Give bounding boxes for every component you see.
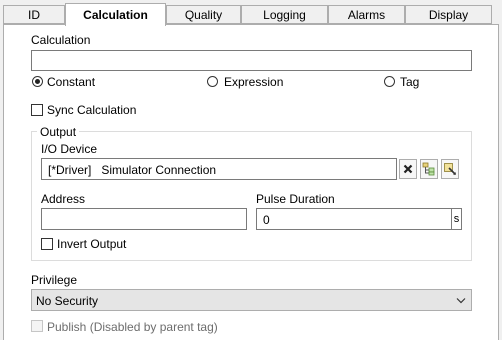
pulse-duration-label: Pulse Duration <box>256 192 335 206</box>
tab-calculation[interactable]: Calculation <box>65 3 166 26</box>
expression-label: Expression <box>224 75 284 89</box>
tab-quality-label: Quality <box>184 8 223 22</box>
tab-logging[interactable]: Logging <box>241 5 328 24</box>
clear-device-button[interactable] <box>399 159 417 179</box>
tab-id-label: ID <box>28 8 40 22</box>
io-device-label: I/O Device <box>41 142 98 156</box>
edit-device-icon <box>444 163 457 176</box>
invert-output-label: Invert Output <box>57 237 127 251</box>
tab-display-label: Display <box>428 8 469 22</box>
constant-label: Constant <box>47 75 96 89</box>
constant-radio[interactable] <box>32 76 43 87</box>
tag-radio[interactable] <box>384 76 395 87</box>
pulse-duration-unit: s <box>451 209 461 229</box>
privilege-label: Privilege <box>31 273 78 287</box>
browse-device-button[interactable] <box>420 159 438 179</box>
tab-quality[interactable]: Quality <box>166 5 241 24</box>
tab-calculation-label: Calculation <box>83 8 148 22</box>
output-group-label: Output <box>37 125 80 139</box>
tab-logging-label: Logging <box>263 8 306 22</box>
tab-display[interactable]: Display <box>405 5 492 24</box>
pulse-duration-input[interactable]: 0 s <box>256 208 462 230</box>
io-device-field[interactable]: [*Driver] Simulator Connection <box>41 158 397 180</box>
tab-alarms[interactable]: Alarms <box>328 5 405 24</box>
chevron-down-icon <box>456 298 466 304</box>
clear-icon <box>403 164 413 174</box>
edit-device-button[interactable] <box>441 159 459 179</box>
publish-label: Publish (Disabled by parent tag) <box>47 320 218 334</box>
sync-calculation-checkbox[interactable] <box>31 104 43 116</box>
tab-id[interactable]: ID <box>3 5 65 24</box>
sync-calculation-label: Sync Calculation <box>47 103 137 117</box>
expression-radio[interactable] <box>207 76 218 87</box>
privilege-select[interactable]: No Security <box>31 289 472 311</box>
io-device-value: [*Driver] Simulator Connection <box>48 163 217 177</box>
calculation-label: Calculation <box>31 33 91 47</box>
tab-alarms-label: Alarms <box>347 8 386 22</box>
privilege-selected: No Security <box>36 294 99 308</box>
tag-label: Tag <box>400 75 420 89</box>
publish-checkbox[interactable] <box>31 320 43 332</box>
pulse-duration-value: 0 <box>263 213 270 227</box>
address-label: Address <box>41 192 86 206</box>
browse-tree-icon <box>422 162 435 176</box>
calculation-input[interactable] <box>31 50 472 71</box>
address-input[interactable] <box>41 208 247 230</box>
invert-output-checkbox[interactable] <box>41 238 53 250</box>
